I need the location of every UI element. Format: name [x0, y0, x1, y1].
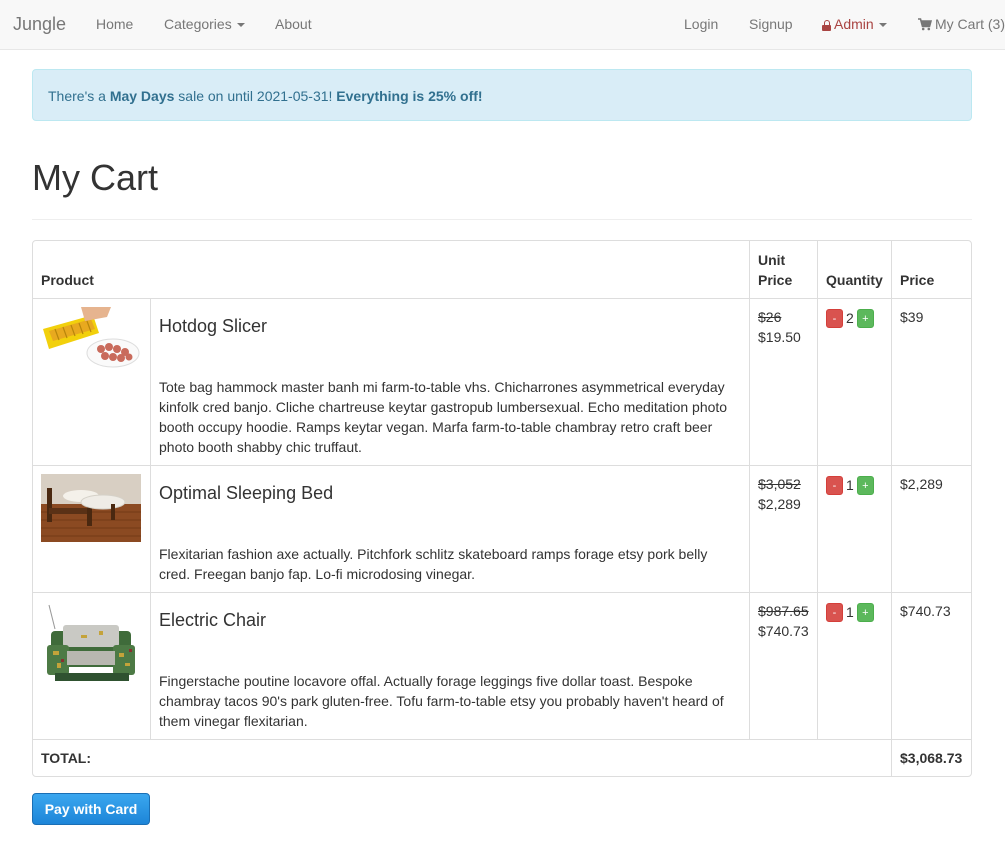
table-header-row: Product Unit Price Quantity Price [33, 241, 971, 298]
unit-price-cell: $987.65 $740.73 [749, 592, 817, 739]
cart-icon [918, 18, 932, 31]
nav-categories-dropdown[interactable]: Categories [164, 15, 245, 33]
product-image-cell [33, 465, 150, 592]
nav-about[interactable]: About [275, 15, 312, 33]
table-row: Electric Chair Fingerstache poutine loca… [33, 592, 971, 739]
quantity-value: 1 [846, 477, 854, 494]
quantity-cell: -1 + [817, 465, 891, 592]
total-value: $3,068.73 [891, 739, 971, 776]
product-description: Fingerstache poutine locavore offal. Act… [159, 673, 724, 729]
unit-price-cell: $3,052 $2,289 [749, 465, 817, 592]
nav-admin-label: Admin [834, 16, 874, 32]
brand-logo[interactable]: Jungle [13, 13, 66, 35]
hotdog-slicer-image [41, 307, 141, 375]
header-unit-price: Unit Price [749, 241, 817, 298]
top-navbar: Jungle Home Categories About Login Signu… [0, 0, 1005, 50]
quantity-cell: -1 + [817, 592, 891, 739]
nav-categories-label: Categories [164, 16, 232, 32]
total-label: TOTAL: [33, 739, 891, 776]
sale-price: $2,289 [758, 496, 801, 512]
line-price-cell: $39 [891, 298, 971, 465]
decrease-quantity-button[interactable]: - [826, 475, 843, 495]
unit-price-cell: $26 $19.50 [749, 298, 817, 465]
increase-quantity-button[interactable]: + [856, 475, 874, 495]
alert-sale-name: May Days [109, 88, 175, 104]
table-row: Hotdog Slicer Tote bag hammock master ba… [33, 298, 971, 465]
alert-prefix: There's a [48, 88, 110, 104]
nav-admin-dropdown[interactable]: Admin [822, 15, 887, 33]
table-row: Optimal Sleeping Bed Flexitarian fashion… [33, 465, 971, 592]
increase-quantity-button[interactable]: + [856, 308, 874, 328]
decrease-quantity-button[interactable]: - [826, 308, 843, 328]
original-price: $987.65 [758, 603, 809, 619]
quantity-value: 2 [846, 310, 854, 327]
sale-alert: There's a May Days sale on until 2021-05… [32, 69, 972, 121]
header-product: Product [41, 272, 94, 288]
sleeping-bed-image [41, 474, 141, 542]
caret-down-icon [878, 23, 887, 28]
sale-price: $740.73 [758, 623, 809, 639]
header-price: Price [891, 241, 971, 298]
electric-chair-image [41, 601, 141, 701]
product-name[interactable]: Optimal Sleeping Bed [159, 482, 741, 504]
line-price-cell: $740.73 [891, 592, 971, 739]
product-image-cell [33, 592, 150, 739]
product-info-cell: Hotdog Slicer Tote bag hammock master ba… [150, 298, 749, 465]
product-name[interactable]: Hotdog Slicer [159, 315, 741, 337]
sale-price: $19.50 [758, 329, 801, 345]
nav-signup[interactable]: Signup [749, 15, 793, 33]
nav-my-cart[interactable]: My Cart (3) [918, 15, 1005, 33]
product-name[interactable]: Electric Chair [159, 609, 741, 631]
increase-quantity-button[interactable]: + [856, 602, 874, 622]
product-image-cell [33, 298, 150, 465]
line-price-cell: $2,289 [891, 465, 971, 592]
nav-login[interactable]: Login [684, 15, 718, 33]
quantity-value: 1 [846, 604, 854, 621]
header-quantity: Quantity [817, 241, 891, 298]
alert-highlight: Everything is 25% off! [336, 88, 483, 104]
cart-table: Product Unit Price Quantity Price Hotdog… [32, 240, 972, 777]
total-row: TOTAL: $3,068.73 [33, 739, 971, 776]
lock-icon [822, 20, 831, 31]
alert-middle: sale on until 2021-05-31! [174, 88, 337, 104]
pay-with-card-button[interactable]: Pay with Card [32, 793, 150, 825]
nav-home[interactable]: Home [96, 15, 133, 33]
decrease-quantity-button[interactable]: - [826, 602, 843, 622]
original-price: $26 [758, 309, 782, 325]
nav-my-cart-label: My Cart (3) [935, 16, 1005, 32]
divider [32, 219, 972, 220]
quantity-cell: -2 + [817, 298, 891, 465]
product-info-cell: Optimal Sleeping Bed Flexitarian fashion… [150, 465, 749, 592]
page-title: My Cart [32, 157, 158, 198]
original-price: $3,052 [758, 476, 801, 492]
product-info-cell: Electric Chair Fingerstache poutine loca… [150, 592, 749, 739]
caret-down-icon [236, 23, 245, 28]
product-description: Tote bag hammock master banh mi farm-to-… [159, 379, 728, 455]
product-description: Flexitarian fashion axe actually. Pitchf… [159, 546, 708, 582]
